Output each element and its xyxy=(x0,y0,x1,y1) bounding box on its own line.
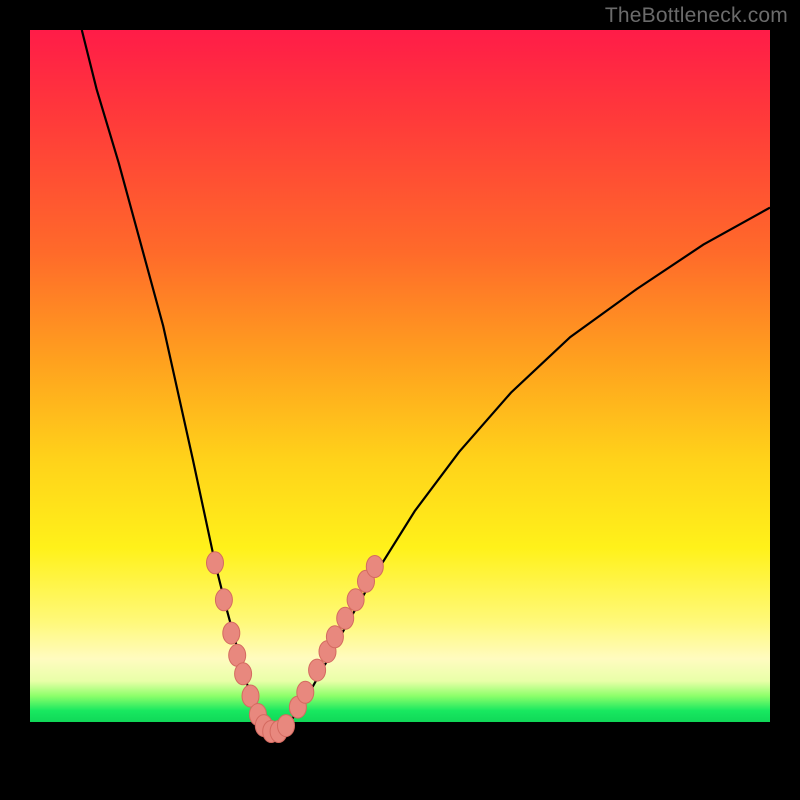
data-marker xyxy=(347,589,364,611)
data-marker xyxy=(297,681,314,703)
data-marker xyxy=(235,663,252,685)
watermark-text: TheBottleneck.com xyxy=(605,4,788,28)
data-marker xyxy=(278,715,295,737)
curve-right xyxy=(274,208,770,733)
outer-frame: TheBottleneck.com xyxy=(0,0,800,800)
data-marker xyxy=(326,626,343,648)
chart-svg xyxy=(30,30,770,770)
data-marker xyxy=(309,659,326,681)
data-marker xyxy=(215,589,232,611)
curve-left xyxy=(82,30,274,733)
plot-area xyxy=(30,30,770,770)
data-marker xyxy=(366,556,383,578)
marker-group xyxy=(207,552,384,743)
data-marker xyxy=(207,552,224,574)
data-marker xyxy=(223,622,240,644)
data-marker xyxy=(337,607,354,629)
